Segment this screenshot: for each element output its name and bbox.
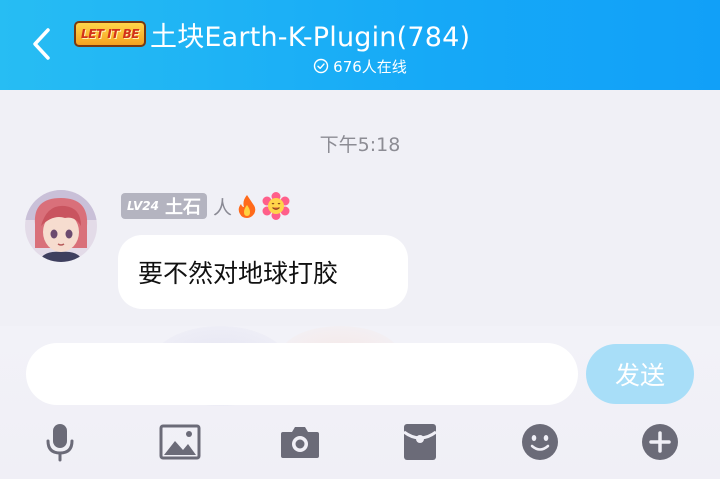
camera-icon	[281, 427, 319, 458]
online-status[interactable]: 676人在线	[0, 56, 720, 76]
chat-header: LET IT BE 土块Earth-K-Plugin(784) 676人在线	[0, 0, 720, 90]
emoji-button[interactable]	[518, 420, 562, 464]
image-button[interactable]	[158, 420, 202, 464]
composer-toolbar	[0, 420, 720, 464]
level-label: LV24	[127, 199, 159, 213]
red-packet-icon	[403, 424, 437, 460]
send-button[interactable]: 发送	[586, 344, 694, 404]
voice-button[interactable]	[38, 420, 82, 464]
image-icon	[159, 424, 201, 460]
emoji-icon	[522, 424, 558, 460]
group-logo: LET IT BE	[74, 21, 146, 47]
camera-button[interactable]	[278, 420, 322, 464]
flower-emoji-icon	[262, 192, 290, 220]
level-badge: LV24 土石	[121, 193, 207, 219]
avatar[interactable]	[25, 190, 97, 262]
message-input[interactable]	[26, 343, 578, 405]
more-button[interactable]	[638, 420, 682, 464]
message-text: 要不然对地球打胶	[138, 259, 339, 288]
group-title: 土块Earth-K-Plugin(784)	[150, 21, 471, 53]
online-count: 676人在线	[333, 57, 407, 76]
sender-name: 土石	[164, 197, 201, 218]
message-bubble[interactable]: 要不然对地球打胶	[118, 235, 408, 309]
sender-role: 人	[212, 196, 232, 219]
fire-icon	[236, 194, 258, 218]
check-circle-icon	[313, 58, 329, 74]
red-packet-button[interactable]	[398, 420, 442, 464]
sender-meta: LV24 土石 人	[121, 192, 290, 220]
message-timestamp: 下午5:18	[319, 134, 401, 156]
microphone-icon	[46, 424, 74, 462]
composer-area: 发送	[0, 326, 720, 479]
group-title-row[interactable]: LET IT BE 土块Earth-K-Plugin(784)	[74, 14, 470, 54]
plus-icon	[642, 424, 678, 460]
